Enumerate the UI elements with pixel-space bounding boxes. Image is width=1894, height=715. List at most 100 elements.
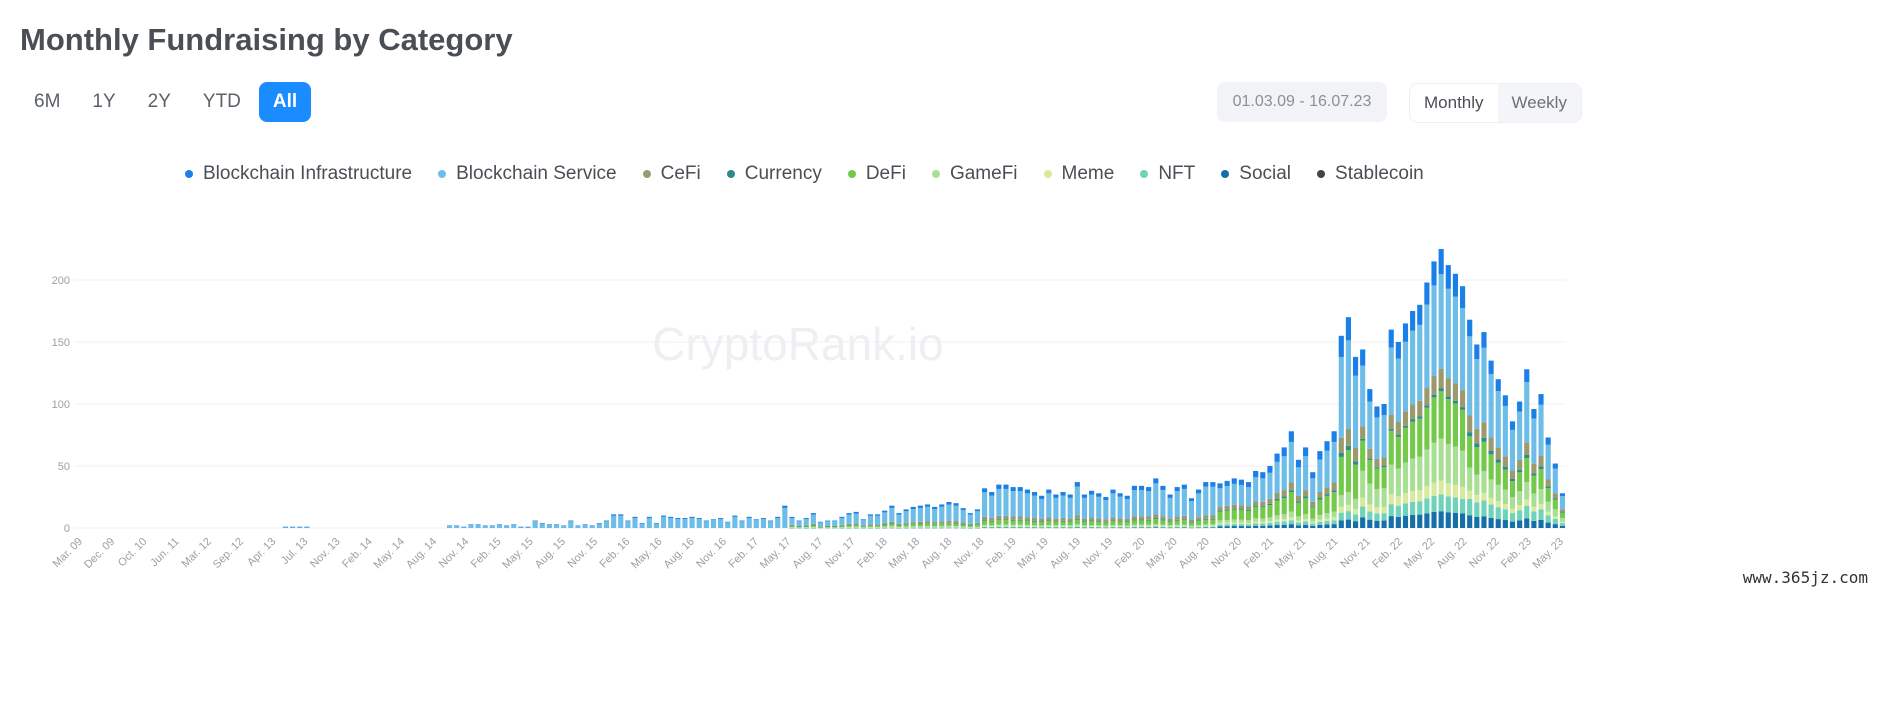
bar-segment-cefi[interactable]: [1010, 516, 1016, 520]
bar-segment-currency[interactable]: [1003, 519, 1009, 521]
bar-segment-cefi[interactable]: [1374, 458, 1380, 468]
legend-item-blockchain-service[interactable]: Blockchain Service: [438, 163, 617, 185]
bar-segment-blockchain-infrastructure[interactable]: [1181, 484, 1187, 489]
bar-segment-blockchain-infrastructure[interactable]: [582, 524, 588, 525]
bar-segment-nft[interactable]: [1517, 510, 1523, 521]
legend-item-meme[interactable]: Meme: [1043, 163, 1114, 185]
bar-segment-nft[interactable]: [1174, 526, 1180, 528]
bar-segment-meme[interactable]: [1124, 526, 1130, 528]
bar-segment-meme[interactable]: [1288, 517, 1294, 521]
bar-segment-blockchain-service[interactable]: [1388, 347, 1394, 415]
bar-segment-blockchain-infrastructure[interactable]: [1552, 463, 1558, 469]
bar-segment-currency[interactable]: [1352, 461, 1359, 465]
bar-segment-defi[interactable]: [1474, 447, 1480, 475]
bar-segment-defi[interactable]: [1253, 506, 1259, 519]
bar-segment-blockchain-service[interactable]: [810, 514, 816, 524]
bar-segment-blockchain-service[interactable]: [882, 512, 888, 524]
bar-segment-meme[interactable]: [1024, 526, 1030, 527]
bar-segment-blockchain-service[interactable]: [1374, 417, 1380, 459]
bar-segment-blockchain-service[interactable]: [910, 509, 916, 523]
bar-segment-cefi[interactable]: [803, 525, 809, 527]
bar-segment-defi[interactable]: [1559, 512, 1565, 518]
bar-segment-cefi[interactable]: [1031, 517, 1038, 521]
bar-segment-currency[interactable]: [1253, 505, 1259, 507]
bar-segment-currency[interactable]: [1488, 451, 1494, 455]
bar-segment-blockchain-service[interactable]: [789, 517, 795, 525]
bar-segment-meme[interactable]: [1488, 497, 1494, 505]
bar-segment-meme[interactable]: [1474, 494, 1480, 503]
bar-segment-blockchain-service[interactable]: [568, 521, 574, 528]
bar-segment-blockchain-service[interactable]: [1103, 500, 1109, 520]
bar-segment-cefi[interactable]: [1410, 404, 1416, 420]
bar-segment-defi[interactable]: [1217, 511, 1223, 521]
bar-segment-social[interactable]: [1524, 518, 1530, 528]
bar-segment-social[interactable]: [1502, 520, 1508, 528]
bar-segment-social[interactable]: [989, 527, 995, 529]
bar-segment-blockchain-infrastructure[interactable]: [1310, 472, 1316, 479]
bar-segment-cefi[interactable]: [974, 522, 981, 525]
bar-segment-blockchain-infrastructure[interactable]: [732, 515, 738, 517]
bar-segment-meme[interactable]: [1310, 521, 1316, 524]
bar-segment-blockchain-infrastructure[interactable]: [989, 492, 995, 496]
bar-segment-currency[interactable]: [1538, 466, 1544, 470]
bar-segment-blockchain-infrastructure[interactable]: [1053, 494, 1059, 498]
bar-segment-blockchain-infrastructure[interactable]: [1210, 482, 1216, 487]
bar-segment-currency[interactable]: [810, 525, 816, 526]
bar-segment-blockchain-infrastructure[interactable]: [1267, 466, 1273, 473]
bar-segment-cefi[interactable]: [1288, 482, 1294, 491]
bar-segment-meme[interactable]: [932, 526, 938, 528]
bar-segment-defi[interactable]: [1260, 507, 1266, 519]
bar-segment-cefi[interactable]: [1188, 519, 1195, 523]
bar-segment-nft[interactable]: [1474, 502, 1480, 517]
bar-segment-blockchain-infrastructure[interactable]: [546, 524, 552, 525]
bar-segment-nft[interactable]: [1260, 523, 1266, 526]
bar-segment-defi[interactable]: [1267, 505, 1273, 518]
bar-segment-blockchain-infrastructure[interactable]: [1445, 265, 1451, 289]
bar-segment-meme[interactable]: [1231, 522, 1237, 525]
bar-segment-defi[interactable]: [1531, 475, 1537, 494]
bar-segment-cefi[interactable]: [917, 521, 923, 524]
bar-segment-defi[interactable]: [1438, 391, 1444, 439]
bar-segment-blockchain-infrastructure[interactable]: [882, 510, 888, 513]
bar-segment-gamefi[interactable]: [1031, 525, 1038, 527]
bar-segment-blockchain-service[interactable]: [582, 524, 588, 528]
bar-segment-blockchain-service[interactable]: [1167, 497, 1173, 519]
bar-segment-defi[interactable]: [1388, 430, 1394, 465]
bar-segment-defi[interactable]: [1039, 522, 1045, 526]
bar-segment-blockchain-service[interactable]: [1324, 450, 1330, 488]
bar-segment-blockchain-service[interactable]: [1238, 484, 1244, 506]
bar-segment-blockchain-infrastructure[interactable]: [532, 520, 538, 522]
bar-segment-blockchain-infrastructure[interactable]: [1131, 485, 1137, 491]
bar-segment-currency[interactable]: [1160, 519, 1166, 521]
bar-segment-cefi[interactable]: [882, 523, 888, 525]
bar-segment-cefi[interactable]: [860, 525, 866, 527]
bar-segment-blockchain-infrastructure[interactable]: [304, 526, 310, 528]
bar-segment-currency[interactable]: [1481, 437, 1487, 442]
bar-segment-currency[interactable]: [1452, 400, 1458, 404]
bar-segment-blockchain-service[interactable]: [575, 525, 581, 528]
bar-segment-blockchain-infrastructure[interactable]: [1388, 329, 1394, 348]
bar-segment-currency[interactable]: [1203, 518, 1209, 520]
bar-segment-blockchain-infrastructure[interactable]: [1331, 431, 1337, 442]
bar-segment-nft[interactable]: [946, 527, 952, 528]
bar-segment-meme[interactable]: [1438, 480, 1444, 495]
bar-segment-cefi[interactable]: [1074, 515, 1080, 519]
bar-segment-nft[interactable]: [1096, 526, 1102, 528]
bar-segment-currency[interactable]: [1188, 522, 1195, 523]
bar-segment-blockchain-infrastructure[interactable]: [860, 519, 866, 521]
bar-segment-gamefi[interactable]: [1352, 498, 1359, 510]
bar-segment-blockchain-service[interactable]: [1188, 501, 1195, 520]
bar-segment-social[interactable]: [1395, 516, 1401, 528]
bar-segment-social[interactable]: [1174, 527, 1180, 529]
bar-segment-social[interactable]: [1310, 525, 1316, 528]
bar-segment-blockchain-infrastructure[interactable]: [1352, 356, 1359, 376]
bar-segment-gamefi[interactable]: [832, 527, 838, 528]
bar-segment-gamefi[interactable]: [1410, 458, 1416, 492]
bar-segment-gamefi[interactable]: [1559, 517, 1565, 522]
bar-segment-nft[interactable]: [1281, 521, 1287, 525]
bar-segment-meme[interactable]: [960, 527, 966, 528]
bar-segment-currency[interactable]: [1424, 405, 1430, 408]
bar-segment-gamefi[interactable]: [1167, 525, 1173, 527]
bar-segment-currency[interactable]: [1459, 407, 1466, 410]
bar-segment-meme[interactable]: [1552, 516, 1558, 519]
